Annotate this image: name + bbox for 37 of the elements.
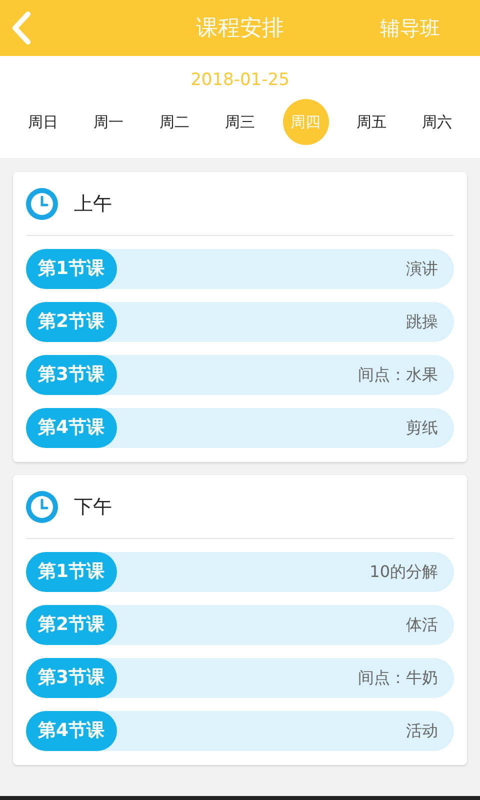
weekday-tab[interactable]: 周六 xyxy=(414,99,460,145)
lesson-row[interactable]: 第4节课 剪纸 xyxy=(26,408,454,448)
lesson-label: 第2节课 xyxy=(26,605,117,645)
weekday-tab[interactable]: 周二 xyxy=(151,99,198,145)
lesson-row[interactable]: 第4节课 活动 xyxy=(26,711,454,751)
lesson-subject: 10的分解 xyxy=(370,562,438,582)
page-title: 课程安排 xyxy=(196,15,284,43)
lesson-label: 第3节课 xyxy=(26,658,117,698)
period-title: 下午 xyxy=(74,494,112,520)
lesson-label: 第4节课 xyxy=(26,711,117,751)
lesson-row[interactable]: 第2节课 跳操 xyxy=(26,302,454,342)
lesson-row[interactable]: 第3节课 间点：水果 xyxy=(26,355,454,395)
lesson-subject: 剪纸 xyxy=(406,418,438,438)
lesson-label: 第1节课 xyxy=(26,249,117,289)
clock-icon xyxy=(26,490,58,522)
lesson-label: 第2节课 xyxy=(26,302,117,342)
lesson-row[interactable]: 第1节课 10的分解 xyxy=(26,552,454,592)
weekday-tab[interactable]: 周日 xyxy=(20,99,66,145)
lesson-label: 第1节课 xyxy=(26,552,117,592)
lesson-row[interactable]: 第2节课 体活 xyxy=(26,605,454,645)
weekday-tab[interactable]: 周一 xyxy=(86,99,132,145)
lesson-subject: 间点：水果 xyxy=(358,364,438,386)
lesson-subject: 演讲 xyxy=(406,258,438,280)
lesson-label: 第3节课 xyxy=(26,355,117,395)
weekday-tab[interactable]: 周五 xyxy=(348,99,394,145)
lesson-subject: 间点：牛奶 xyxy=(358,668,438,688)
period-title: 上午 xyxy=(74,192,112,216)
weekday-tab[interactable]: 周三 xyxy=(216,99,263,145)
lesson-subject: 体活 xyxy=(406,614,438,636)
lesson-subject: 跳操 xyxy=(406,312,438,332)
lesson-label: 第4节课 xyxy=(26,408,117,448)
date-label: 2018-01-25 xyxy=(190,70,290,90)
lesson-subject: 活动 xyxy=(406,720,438,742)
back-icon[interactable] xyxy=(10,11,32,45)
clock-icon xyxy=(26,188,58,220)
lesson-row[interactable]: 第3节课 间点：牛奶 xyxy=(26,658,454,698)
lesson-row[interactable]: 第1节课 演讲 xyxy=(26,249,454,289)
